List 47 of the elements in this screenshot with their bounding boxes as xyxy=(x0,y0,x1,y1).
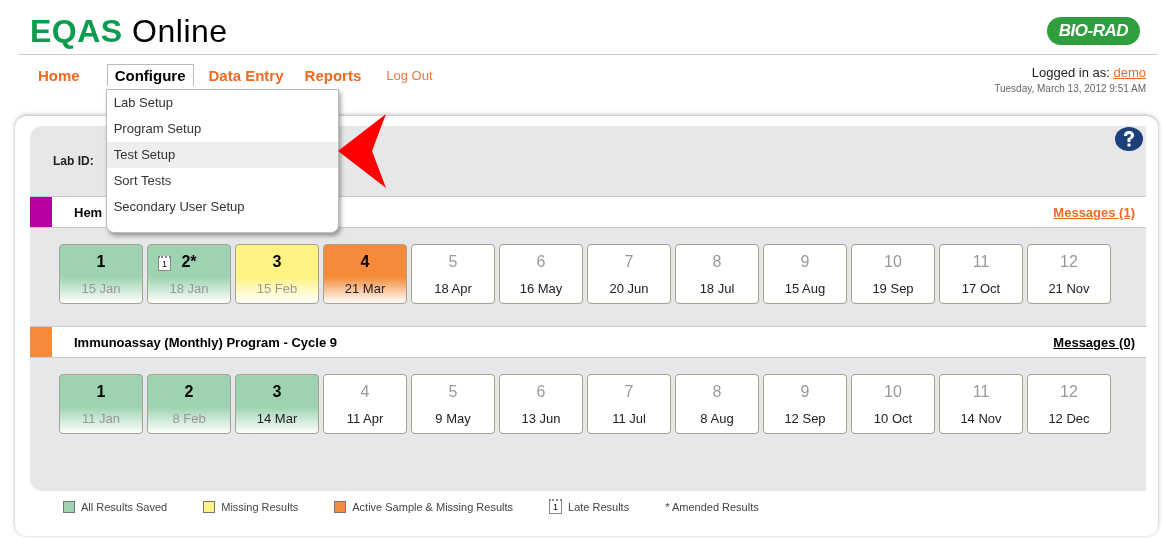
sample-tile[interactable]: 2 8 Feb xyxy=(147,374,231,434)
sample-tile[interactable]: 3 15 Feb xyxy=(235,244,319,304)
sample-tile[interactable]: 12 12 Dec xyxy=(1027,374,1111,434)
late-icon: 1 xyxy=(549,499,563,514)
menu-item[interactable]: Sort Tests xyxy=(106,167,338,194)
program-title: Hem xyxy=(74,204,103,220)
lab-id-label: Lab ID: xyxy=(53,154,94,168)
brand-logo: BIO-RAD xyxy=(1046,17,1140,45)
messages-link[interactable]: Messages (0) xyxy=(1053,334,1135,350)
menu-item[interactable]: Lab Setup xyxy=(106,89,338,116)
help-icon[interactable] xyxy=(1114,126,1144,152)
sample-tile[interactable]: 8 8 Aug xyxy=(675,374,759,434)
sample-tile[interactable]: 11 14 Nov xyxy=(939,374,1023,434)
sample-tile[interactable]: 8 18 Jul xyxy=(675,244,759,304)
legend-label: Late Results xyxy=(568,500,630,513)
pointer-arrow-icon xyxy=(338,114,388,188)
sample-tile[interactable]: 6 13 Jun xyxy=(499,374,583,434)
sample-tile[interactable]: 10 10 Oct xyxy=(851,374,935,434)
app-logo: EQAS Online xyxy=(30,12,228,50)
sample-tile[interactable]: 11 17 Oct xyxy=(939,244,1023,304)
sample-tile[interactable]: 1 11 Jan xyxy=(59,374,143,434)
late-icon: 1 xyxy=(158,256,171,271)
sample-tile[interactable]: 9 15 Aug xyxy=(763,244,847,304)
legend-label: * Amended Results xyxy=(665,500,759,513)
date-text: Tuesday, March 13, 2012 9:51 AM xyxy=(994,83,1146,94)
sample-tile[interactable]: 6 16 May xyxy=(499,244,583,304)
menu-item[interactable]: Program Setup xyxy=(106,115,338,142)
menu-item[interactable]: Secondary User Setup xyxy=(106,193,338,220)
sample-tile[interactable]: 5 18 Apr xyxy=(411,244,495,304)
menu-item[interactable]: Test Setup xyxy=(106,141,338,168)
sample-tile[interactable]: 9 12 Sep xyxy=(763,374,847,434)
sample-tile[interactable]: 7 20 Jun xyxy=(587,244,671,304)
login-label: Logged in as: xyxy=(1031,65,1110,80)
sample-tile[interactable]: 4 11 Apr xyxy=(323,374,407,434)
sample-tile[interactable]: 12 21 Nov xyxy=(1027,244,1111,304)
sample-tile[interactable]: 5 9 May xyxy=(411,374,495,434)
sample-tile[interactable]: 10 19 Sep xyxy=(851,244,935,304)
sample-tile[interactable]: 3 14 Mar xyxy=(235,374,319,434)
sample-tile[interactable]: 4 21 Mar xyxy=(323,244,407,304)
legend-label: Active Sample & Missing Results xyxy=(352,500,514,513)
sample-tile[interactable]: 1 2* 18 Jan xyxy=(147,244,231,304)
legend-label: All Results Saved xyxy=(81,500,168,513)
program-title: Immunoassay (Monthly) Program - Cycle 9 xyxy=(74,334,337,350)
sample-tile[interactable]: 7 11 Jul xyxy=(587,374,671,434)
nav-link[interactable]: Configure xyxy=(106,63,194,86)
sample-tile[interactable]: 1 15 Jan xyxy=(59,244,143,304)
legend-label: Missing Results xyxy=(221,500,299,513)
